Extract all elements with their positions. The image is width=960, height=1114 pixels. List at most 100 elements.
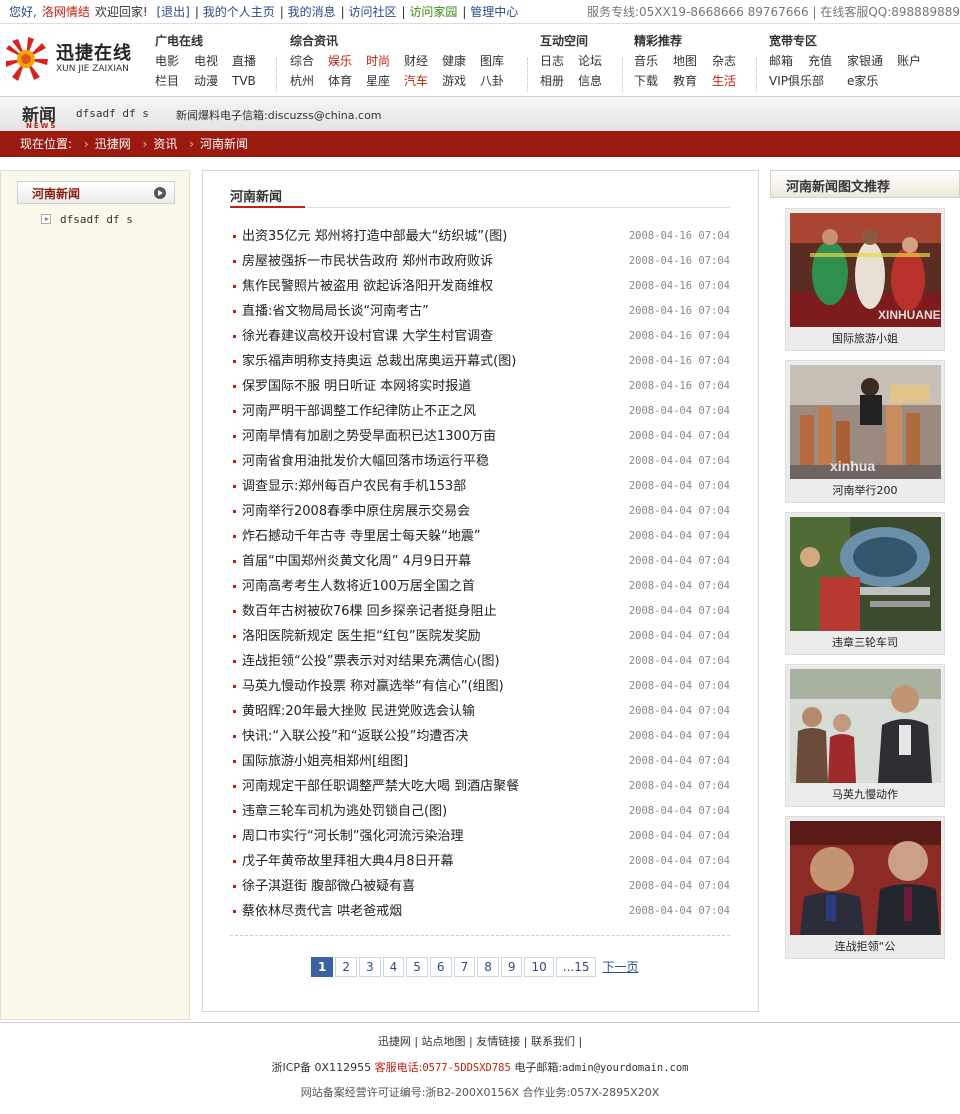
site-logo[interactable]: 迅捷在线 XUN JIE ZAIXIAN bbox=[6, 37, 146, 85]
footer-link[interactable]: 联系我们 bbox=[531, 1035, 575, 1048]
nav-item[interactable]: 健康 bbox=[442, 51, 480, 71]
news-title[interactable]: 焦作民警照片被盗用 欲起诉洛阳开发商维权 bbox=[242, 274, 493, 299]
footer-link[interactable]: 站点地图 bbox=[422, 1035, 466, 1048]
nav-item[interactable]: 相册 bbox=[540, 71, 578, 91]
news-title[interactable]: 违章三轮车司机为逃处罚锁自己(图) bbox=[242, 799, 447, 824]
news-title[interactable]: 保罗国际不服 明日听证 本网将实时报道 bbox=[242, 374, 471, 399]
news-item[interactable]: 数百年古树被砍76棵 回乡探亲记者挺身阻止 2008-04-04 07:04 bbox=[233, 599, 730, 624]
nav-item[interactable]: 教育 bbox=[673, 71, 712, 91]
nav-item[interactable]: 八卦 bbox=[480, 71, 518, 91]
news-title[interactable]: 戊子年黄帝故里拜祖大典4月8日开幕 bbox=[242, 849, 454, 874]
nav-item[interactable]: 下载 bbox=[634, 71, 673, 91]
nav-item[interactable]: 电影 bbox=[155, 51, 194, 71]
news-item[interactable]: 徐光春建议高校开设村官课 大学生村官调查 2008-04-16 07:04 bbox=[233, 324, 730, 349]
news-item[interactable]: 戊子年黄帝故里拜祖大典4月8日开幕 2008-04-04 07:04 bbox=[233, 849, 730, 874]
news-item[interactable]: 徐子淇逛街 腹部微凸被疑有喜 2008-04-04 07:04 bbox=[233, 874, 730, 899]
nav-item[interactable]: 动漫 bbox=[194, 71, 232, 91]
page-button[interactable]: 1 bbox=[311, 957, 334, 977]
news-title[interactable]: 国际旅游小姐亮相郑州[组图] bbox=[242, 749, 408, 774]
nav-item[interactable]: 音乐 bbox=[634, 51, 673, 71]
breadcrumb-item[interactable]: 资讯 bbox=[153, 137, 177, 151]
page-button[interactable]: 5 bbox=[406, 957, 428, 977]
news-item[interactable]: 炸石撼动千年古寺 寺里居士每天躲“地震” 2008-04-04 07:04 bbox=[233, 524, 730, 549]
my-messages-link[interactable]: 我的消息 bbox=[288, 5, 336, 19]
news-title[interactable]: 快讯:“入联公投”和“返联公投”均遭否决 bbox=[242, 724, 468, 749]
news-title[interactable]: 徐子淇逛街 腹部微凸被疑有喜 bbox=[242, 874, 415, 899]
news-item[interactable]: 连战拒领“公投”票表示对对结果充满信心(图) 2008-04-04 07:04 bbox=[233, 649, 730, 674]
photo-card[interactable]: xinhua 河南举行200 bbox=[785, 360, 945, 503]
nav-item[interactable]: TVB bbox=[232, 71, 270, 91]
next-page-link[interactable]: 下一页 bbox=[598, 958, 642, 978]
news-item[interactable]: 洛阳医院新规定 医生拒“红包”医院发奖励 2008-04-04 07:04 bbox=[233, 624, 730, 649]
news-item[interactable]: 首届“中国郑州炎黄文化周” 4月9日开幕 2008-04-04 07:04 bbox=[233, 549, 730, 574]
footer-link[interactable]: 友情链接 bbox=[476, 1035, 520, 1048]
news-title[interactable]: 炸石撼动千年古寺 寺里居士每天躲“地震” bbox=[242, 524, 481, 549]
page-button[interactable]: 6 bbox=[429, 957, 452, 977]
category-header[interactable]: 河南新闻 bbox=[17, 181, 175, 204]
news-title[interactable]: 洛阳医院新规定 医生拒“红包”医院发奖励 bbox=[242, 624, 481, 649]
nav-item[interactable]: 邮箱 bbox=[769, 51, 808, 71]
news-item[interactable]: 河南省食用油批发价大幅回落市场运行平稳 2008-04-04 07:04 bbox=[233, 449, 730, 474]
page-button[interactable]: 10 bbox=[524, 957, 554, 977]
nav-item[interactable]: 时尚 bbox=[366, 51, 404, 71]
news-item[interactable]: 河南举行2008春季中原住房展示交易会 2008-04-04 07:04 bbox=[233, 499, 730, 524]
nav-item[interactable]: 游戏 bbox=[442, 71, 480, 91]
news-title[interactable]: 黄昭辉:20年最大挫败 民进党败选会认输 bbox=[242, 699, 475, 724]
news-item[interactable]: 马英九慢动作投票 称对赢选举“有信心”(组图) 2008-04-04 07:04 bbox=[233, 674, 730, 699]
nav-item[interactable]: e家乐 bbox=[847, 71, 897, 91]
news-item[interactable]: 调查显示:郑州每百户农民有手机153部 2008-04-04 07:04 bbox=[233, 474, 730, 499]
nav-item[interactable]: 日志 bbox=[540, 51, 578, 71]
page-button[interactable]: 4 bbox=[382, 957, 405, 977]
username-link[interactable]: 洛网情结 bbox=[42, 5, 90, 19]
news-item[interactable]: 家乐福声明称支持奥运 总裁出席奥运开幕式(图) 2008-04-16 07:04 bbox=[233, 349, 730, 374]
nav-item[interactable]: 娱乐 bbox=[328, 51, 366, 71]
visit-home-link[interactable]: 访问家园 bbox=[409, 5, 457, 19]
page-button[interactable]: 8 bbox=[477, 957, 499, 977]
breadcrumb-item[interactable]: 河南新闻 bbox=[200, 137, 248, 151]
nav-item[interactable]: 电视 bbox=[194, 51, 232, 71]
news-item[interactable]: 河南规定干部任职调整严禁大吃大喝 到酒店聚餐 2008-04-04 07:04 bbox=[233, 774, 730, 799]
news-item[interactable]: 河南高考考生人数将近100万居全国之首 2008-04-04 07:04 bbox=[233, 574, 730, 599]
news-item[interactable]: 黄昭辉:20年最大挫败 民进党败选会认输 2008-04-04 07:04 bbox=[233, 699, 730, 724]
logout-link[interactable]: [退出] bbox=[156, 5, 189, 19]
nav-item[interactable]: 星座 bbox=[366, 71, 404, 91]
page-button[interactable]: 3 bbox=[359, 957, 381, 977]
news-title[interactable]: 数百年古树被砍76棵 回乡探亲记者挺身阻止 bbox=[242, 599, 497, 624]
news-title[interactable]: 徐光春建议高校开设村官课 大学生村官调查 bbox=[242, 324, 493, 349]
nav-item[interactable]: 杂志 bbox=[712, 51, 750, 71]
news-title[interactable]: 河南高考考生人数将近100万居全国之首 bbox=[242, 574, 475, 599]
news-item[interactable]: 国际旅游小姐亮相郑州[组图] 2008-04-04 07:04 bbox=[233, 749, 730, 774]
news-title[interactable]: 房屋被强拆一市民状告政府 郑州市政府败诉 bbox=[242, 249, 493, 274]
footer-email[interactable]: admin@yourdomain.com bbox=[562, 1062, 688, 1074]
nav-item[interactable]: 栏目 bbox=[155, 71, 194, 91]
page-button[interactable]: ...15 bbox=[555, 957, 597, 977]
subcategory-item[interactable]: dfsadf df s bbox=[41, 213, 133, 226]
page-button[interactable]: 9 bbox=[500, 957, 523, 977]
nav-item[interactable]: 地图 bbox=[673, 51, 712, 71]
nav-item[interactable]: VIP俱乐部 bbox=[769, 71, 847, 91]
news-title[interactable]: 连战拒领“公投”票表示对对结果充满信心(图) bbox=[242, 649, 500, 674]
news-title[interactable]: 出资35亿元 郑州将打造中部最大“纺织城”(图) bbox=[242, 224, 507, 249]
photo-card[interactable]: XINHUANE 国际旅游小姐 bbox=[785, 208, 945, 351]
news-title[interactable]: 河南严明干部调整工作纪律防止不正之风 bbox=[242, 399, 476, 424]
photo-card[interactable]: 马英九慢动作 bbox=[785, 664, 945, 807]
nav-item[interactable]: 体育 bbox=[328, 71, 366, 91]
nav-item[interactable]: 杭州 bbox=[290, 71, 328, 91]
news-item[interactable]: 违章三轮车司机为逃处罚锁自己(图) 2008-04-04 07:04 bbox=[233, 799, 730, 824]
news-item[interactable]: 直播:省文物局局长谈“河南考古” 2008-04-16 07:04 bbox=[233, 299, 730, 324]
photo-card[interactable]: 违章三轮车司 bbox=[785, 512, 945, 655]
nav-item[interactable]: 汽车 bbox=[404, 71, 442, 91]
nav-item[interactable]: 财经 bbox=[404, 51, 442, 71]
nav-item[interactable]: 账户 bbox=[897, 51, 937, 71]
breadcrumb-item[interactable]: 迅捷网 bbox=[95, 137, 131, 151]
news-title[interactable]: 马英九慢动作投票 称对赢选举“有信心”(组图) bbox=[242, 674, 504, 699]
visit-community-link[interactable]: 访问社区 bbox=[348, 5, 396, 19]
page-button[interactable]: 7 bbox=[453, 957, 476, 977]
nav-item[interactable]: 充值 bbox=[808, 51, 847, 71]
news-title[interactable]: 直播:省文物局局长谈“河南考古” bbox=[242, 299, 429, 324]
my-homepage-link[interactable]: 我的个人主页 bbox=[203, 5, 275, 19]
news-item[interactable]: 河南旱情有加剧之势受旱面积已达1300万亩 2008-04-04 07:04 bbox=[233, 424, 730, 449]
news-title[interactable]: 蔡依林尽责代言 哄老爸戒烟 bbox=[242, 899, 402, 924]
news-title[interactable]: 河南省食用油批发价大幅回落市场运行平稳 bbox=[242, 449, 489, 474]
footer-link[interactable]: 迅捷网 bbox=[378, 1035, 411, 1048]
